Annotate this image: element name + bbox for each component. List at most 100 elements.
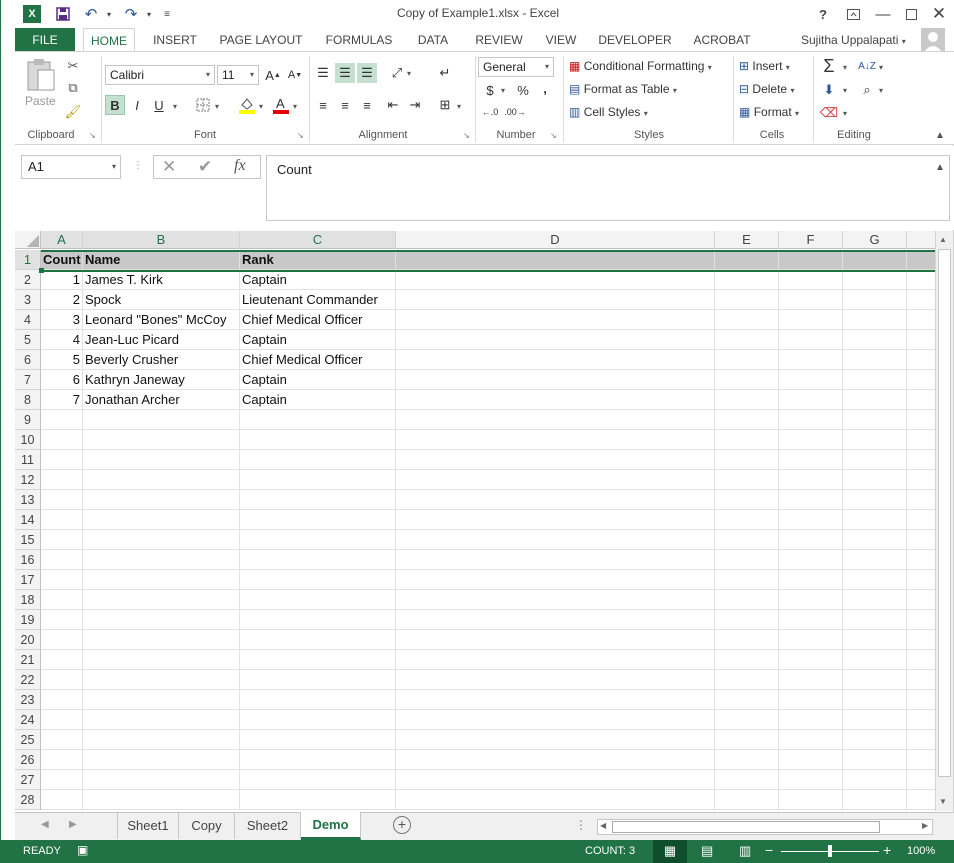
row-header[interactable]: 16	[15, 550, 41, 570]
cell[interactable]: Chief Medical Officer	[240, 310, 396, 330]
cell[interactable]	[843, 670, 907, 690]
cell[interactable]	[396, 570, 715, 590]
cell[interactable]	[396, 550, 715, 570]
cell[interactable]: 4	[41, 330, 83, 350]
row-header[interactable]: 9	[15, 410, 41, 430]
cell[interactable]	[843, 570, 907, 590]
align-left-icon[interactable]: ≡	[313, 95, 333, 115]
merge-dropdown-icon[interactable]: ▾	[457, 102, 461, 111]
cell[interactable]	[843, 250, 907, 270]
cell[interactable]	[396, 670, 715, 690]
cell[interactable]	[843, 370, 907, 390]
cell[interactable]	[41, 790, 83, 810]
cell[interactable]	[396, 510, 715, 530]
sheet-tab-sheet2[interactable]: Sheet2	[235, 813, 301, 839]
cell[interactable]: Lieutenant Commander	[240, 290, 396, 310]
cell[interactable]	[907, 570, 935, 590]
cell[interactable]	[779, 310, 843, 330]
cell[interactable]	[715, 470, 779, 490]
cell[interactable]	[843, 430, 907, 450]
cell[interactable]	[41, 430, 83, 450]
cell[interactable]	[779, 410, 843, 430]
cell[interactable]	[779, 330, 843, 350]
cell[interactable]	[715, 390, 779, 410]
cell[interactable]	[715, 670, 779, 690]
cell[interactable]	[240, 690, 396, 710]
cell[interactable]	[715, 410, 779, 430]
cell[interactable]	[907, 710, 935, 730]
orientation-dropdown-icon[interactable]: ▾	[407, 69, 411, 78]
cell[interactable]	[83, 630, 240, 650]
sheet-tab-copy[interactable]: Copy	[179, 813, 235, 839]
autosum-icon[interactable]: Σ	[819, 56, 839, 76]
cell[interactable]: 1	[41, 270, 83, 290]
cell[interactable]	[240, 490, 396, 510]
cell[interactable]: Spock	[83, 290, 240, 310]
decrease-decimal-icon[interactable]: .00→	[504, 102, 526, 122]
zoom-out-icon[interactable]: −	[765, 842, 773, 858]
cell[interactable]	[41, 630, 83, 650]
cell[interactable]	[907, 430, 935, 450]
cell[interactable]	[396, 790, 715, 810]
cell[interactable]	[83, 530, 240, 550]
fill-color-icon[interactable]	[237, 95, 257, 115]
cell[interactable]	[396, 250, 715, 270]
minimize-icon[interactable]: —	[871, 3, 895, 25]
column-header-e[interactable]: E	[715, 231, 779, 249]
tab-page-layout[interactable]: PAGE LAYOUT	[215, 28, 307, 52]
column-header-d[interactable]: D	[396, 231, 715, 249]
cell[interactable]	[715, 290, 779, 310]
top-align-icon[interactable]: ☰	[313, 63, 333, 83]
insert-cells-button[interactable]: ⊞ Insert ▾	[739, 59, 790, 73]
cell[interactable]	[240, 770, 396, 790]
cell[interactable]	[715, 730, 779, 750]
cell[interactable]	[41, 690, 83, 710]
cell[interactable]	[715, 330, 779, 350]
cell[interactable]	[715, 690, 779, 710]
row-header[interactable]: 27	[15, 770, 41, 790]
zoom-level[interactable]: 100%	[907, 845, 935, 857]
cell[interactable]	[843, 490, 907, 510]
bold-button[interactable]: B	[105, 95, 125, 115]
cell[interactable]	[240, 750, 396, 770]
cell[interactable]	[396, 270, 715, 290]
row-header[interactable]: 19	[15, 610, 41, 630]
vertical-scrollbar[interactable]: ▲ ▼	[935, 231, 953, 811]
cell[interactable]	[240, 650, 396, 670]
bottom-align-icon[interactable]: ☰	[357, 63, 377, 83]
cell[interactable]	[779, 450, 843, 470]
borders-dropdown-icon[interactable]: ▾	[215, 102, 219, 111]
tab-file[interactable]: FILE	[15, 28, 75, 52]
cell[interactable]	[907, 450, 935, 470]
cell[interactable]	[715, 530, 779, 550]
underline-button[interactable]: U	[149, 95, 169, 115]
cell[interactable]	[715, 770, 779, 790]
close-icon[interactable]: ✕	[927, 3, 951, 25]
cell[interactable]	[396, 290, 715, 310]
increase-decimal-icon[interactable]: ←.0	[480, 102, 500, 122]
insert-function-button[interactable]: fx	[234, 157, 246, 175]
currency-dropdown-icon[interactable]: ▾	[501, 86, 505, 95]
cell[interactable]: Beverly Crusher	[83, 350, 240, 370]
cell[interactable]	[240, 630, 396, 650]
cell[interactable]	[779, 770, 843, 790]
vertical-scroll-thumb[interactable]	[938, 249, 951, 777]
fill-handle[interactable]	[39, 268, 44, 273]
cell[interactable]: Kathryn Janeway	[83, 370, 240, 390]
formula-bar-grip-icon[interactable]: ⋮	[133, 160, 143, 171]
cell[interactable]	[715, 570, 779, 590]
cell[interactable]	[41, 750, 83, 770]
sort-dropdown-icon[interactable]: ▾	[879, 63, 883, 72]
cell[interactable]	[843, 650, 907, 670]
row-header[interactable]: 3	[15, 290, 41, 310]
cell[interactable]	[715, 350, 779, 370]
align-right-icon[interactable]: ≡	[357, 95, 377, 115]
cell[interactable]	[396, 750, 715, 770]
row-header[interactable]: 24	[15, 710, 41, 730]
cancel-icon[interactable]: ✕	[162, 157, 176, 177]
cell[interactable]	[240, 790, 396, 810]
cell[interactable]	[240, 710, 396, 730]
row-header[interactable]: 14	[15, 510, 41, 530]
cell[interactable]	[907, 590, 935, 610]
font-launcher-icon[interactable]: ↘	[297, 131, 306, 140]
